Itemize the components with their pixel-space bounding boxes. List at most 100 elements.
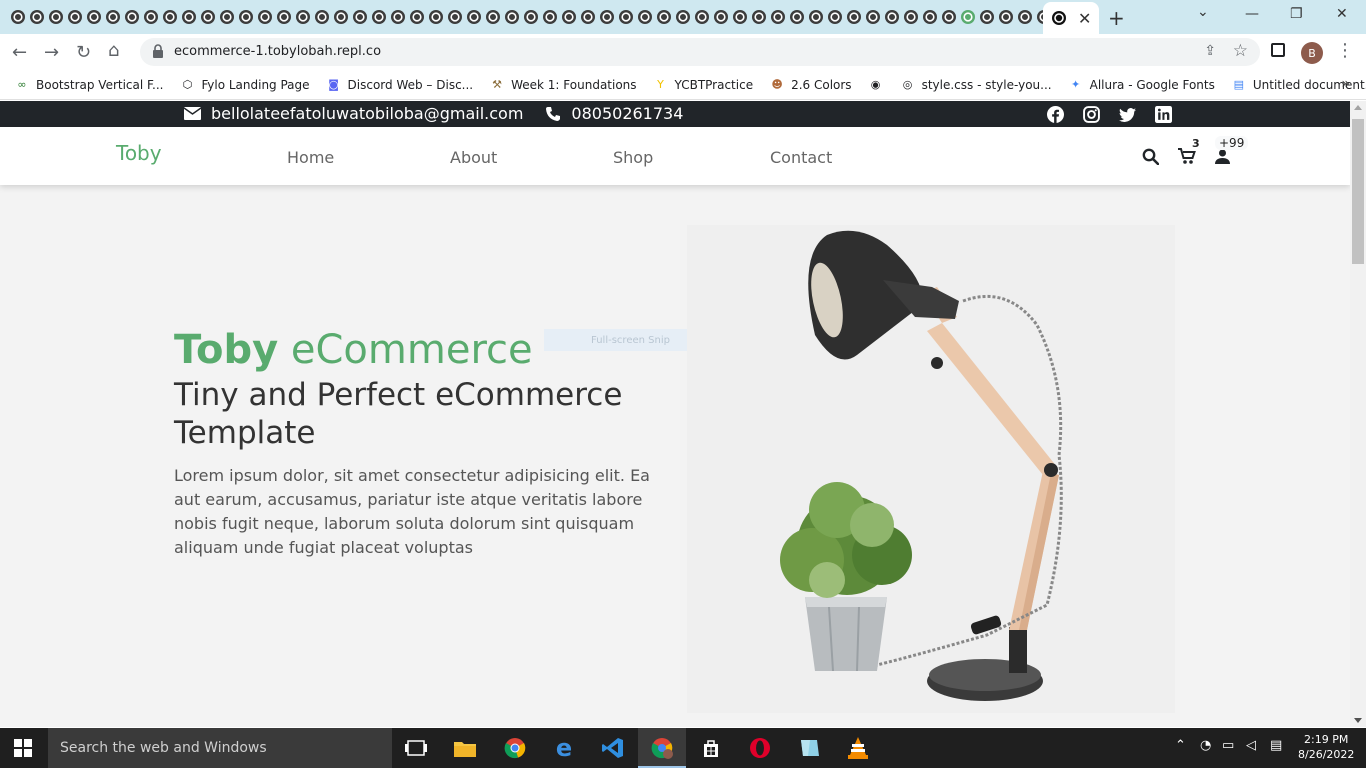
windows-start-icon[interactable] [14, 739, 32, 757]
reload-icon[interactable]: ↻ [76, 42, 91, 63]
tab-favicon-icon[interactable] [198, 7, 217, 26]
tab-favicon-icon[interactable] [464, 7, 483, 26]
scroll-down-icon[interactable] [1354, 718, 1362, 723]
tab-favicon-icon[interactable] [559, 7, 578, 26]
tab-favicon-icon[interactable] [255, 7, 274, 26]
url-text[interactable]: ecommerce-1.tobylobah.repl.co [174, 44, 381, 59]
tab-favicon-icon[interactable] [578, 7, 597, 26]
tab-favicon-icon[interactable] [8, 7, 27, 26]
tab-favicon-icon[interactable] [274, 7, 293, 26]
instagram-icon[interactable] [1083, 106, 1100, 123]
bookmark-item[interactable]: ◙ Discord Web – Disc... [326, 77, 473, 93]
tab-favicon-icon[interactable] [882, 7, 901, 26]
bookmark-item[interactable]: ☻ 2.6 Colors [769, 77, 851, 93]
tab-favicon-icon[interactable] [540, 7, 559, 26]
tab-favicon-icon[interactable] [65, 7, 84, 26]
close-tab-icon[interactable]: ✕ [1078, 9, 1091, 28]
tab-favicon-icon[interactable] [369, 7, 388, 26]
tab-favicon-icon[interactable] [1015, 7, 1034, 26]
tab-favicon-icon[interactable] [521, 7, 540, 26]
tab-favicon-icon[interactable] [46, 7, 65, 26]
tab-favicon-icon[interactable] [179, 7, 198, 26]
tab-favicon-icon[interactable] [635, 7, 654, 26]
bookmark-item[interactable]: ⚒ Week 1: Foundations [489, 77, 636, 93]
bookmark-item[interactable]: ∞ Bootstrap Vertical F... [14, 77, 163, 93]
tab-favicon-icon[interactable] [160, 7, 179, 26]
vlc-icon[interactable] [846, 736, 870, 760]
browser-menu-icon[interactable]: ⋮ [1336, 40, 1354, 61]
tab-favicon-icon[interactable] [920, 7, 939, 26]
tab-favicon-icon[interactable] [768, 7, 787, 26]
bookmark-star-icon[interactable]: ☆ [1233, 41, 1248, 61]
new-tab-button[interactable]: + [1108, 6, 1125, 30]
side-panel-icon[interactable] [1271, 43, 1285, 57]
nav-link-shop[interactable]: Shop [613, 148, 653, 167]
taskbar-search-box[interactable]: Search the web and Windows [48, 728, 392, 768]
facebook-icon[interactable] [1047, 106, 1064, 123]
home-icon[interactable]: ⌂ [108, 40, 119, 61]
tab-favicon-icon[interactable] [977, 7, 996, 26]
forward-arrow-icon[interactable]: → [44, 42, 59, 63]
opera-icon[interactable] [748, 736, 772, 760]
address-bar[interactable]: ecommerce-1.tobylobah.repl.co ⇪ ☆ [140, 38, 1260, 66]
tab-favicon-icon[interactable] [84, 7, 103, 26]
tab-favicon-icon[interactable] [597, 7, 616, 26]
share-icon[interactable]: ⇪ [1204, 43, 1216, 59]
tab-favicon-icon[interactable] [217, 7, 236, 26]
nav-link-home[interactable]: Home [287, 148, 334, 167]
nav-link-about[interactable]: About [450, 148, 497, 167]
bookmark-item[interactable]: ◎ style.css - style-you... [900, 77, 1052, 93]
tab-favicon-icon[interactable] [445, 7, 464, 26]
more-bookmarks-icon[interactable]: » [1341, 76, 1350, 92]
user-icon[interactable] [1215, 149, 1230, 164]
tab-favicon-icon[interactable] [730, 7, 749, 26]
volume-icon[interactable]: ◁ [1246, 738, 1256, 753]
tab-favicon-icon[interactable] [806, 7, 825, 26]
store-icon[interactable] [699, 736, 723, 760]
chrome-icon[interactable] [503, 736, 527, 760]
battery-icon[interactable]: ▭ [1222, 738, 1234, 753]
taskbar-clock[interactable]: 2:19 PM 8/26/2022 [1298, 732, 1354, 762]
tab-favicon-icon[interactable] [787, 7, 806, 26]
tab-favicon-icon[interactable] [426, 7, 445, 26]
tab-favicon-icon[interactable] [958, 7, 977, 26]
nav-link-contact[interactable]: Contact [770, 148, 832, 167]
chrome-profile-icon[interactable] [650, 736, 674, 760]
tab-favicon-icon[interactable] [844, 7, 863, 26]
notifications-icon[interactable]: ▤ [1270, 738, 1282, 753]
cart-icon[interactable] [1178, 148, 1196, 165]
bookmark-item[interactable]: ⬡ Fylo Landing Page [179, 77, 310, 93]
profile-avatar[interactable]: B [1301, 42, 1323, 64]
tab-favicon-icon[interactable] [673, 7, 692, 26]
restore-icon[interactable]: ❐ [1290, 6, 1303, 22]
site-brand-logo[interactable]: Toby [116, 141, 162, 165]
contact-email[interactable]: bellolateefatoluwatobiloba@gmail.com [211, 104, 523, 123]
tab-favicon-icon[interactable] [483, 7, 502, 26]
tab-favicon-icon[interactable] [654, 7, 673, 26]
tab-favicon-icon[interactable] [939, 7, 958, 26]
tab-favicon-icon[interactable] [996, 7, 1015, 26]
tray-chevron-icon[interactable]: ⌃ [1175, 738, 1186, 753]
tab-favicon-icon[interactable] [407, 7, 426, 26]
twitter-icon[interactable] [1119, 106, 1136, 123]
file-explorer-icon[interactable] [453, 736, 477, 760]
tab-favicon-icon[interactable] [901, 7, 920, 26]
contact-phone[interactable]: 08050261734 [571, 104, 683, 123]
tab-favicon-icon[interactable] [331, 7, 350, 26]
tab-favicon-icon[interactable] [692, 7, 711, 26]
tab-favicon-icon[interactable] [502, 7, 521, 26]
tab-favicon-icon[interactable] [236, 7, 255, 26]
bookmark-item[interactable]: ✦ Allura - Google Fonts [1068, 77, 1215, 93]
tab-favicon-icon[interactable] [141, 7, 160, 26]
active-tab[interactable]: ✕ [1043, 2, 1099, 34]
page-scrollbar[interactable] [1350, 101, 1366, 727]
tab-favicon-icon[interactable] [312, 7, 331, 26]
search-icon[interactable] [1142, 148, 1159, 165]
bookmark-item[interactable]: ◉ [868, 77, 884, 93]
tab-favicon-icon[interactable] [863, 7, 882, 26]
tab-favicon-icon[interactable] [103, 7, 122, 26]
tab-favicon-icon[interactable] [711, 7, 730, 26]
scrollbar-thumb[interactable] [1352, 119, 1364, 264]
tab-search-icon[interactable]: ⌄ [1197, 4, 1209, 20]
back-arrow-icon[interactable]: ← [12, 42, 27, 63]
